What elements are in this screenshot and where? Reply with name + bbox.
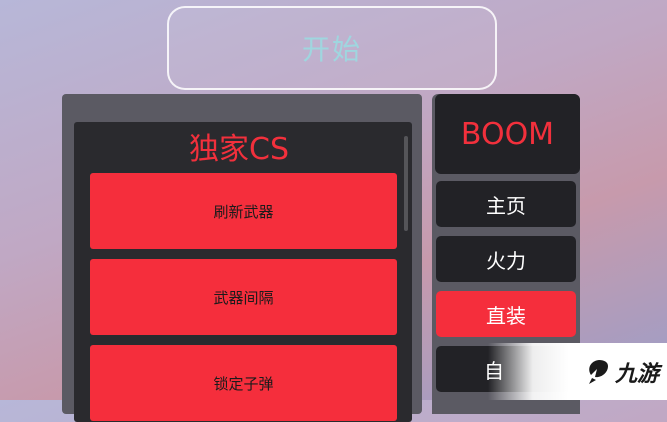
panel-title: 独家CS [189,132,289,167]
lock-bullet-button[interactable]: 锁定子弹 [90,345,397,421]
nav-direct-install-button[interactable]: 直装 [436,291,576,337]
start-button[interactable]: 开始 [167,6,497,90]
nav-home-button[interactable]: 主页 [436,181,576,227]
main-menu-panel: 独家CS 刷新武器 武器间隔 锁定子弹 [62,94,422,422]
scrollbar-thumb[interactable] [404,136,408,231]
boom-header: BOOM [435,94,580,174]
weapon-interval-button[interactable]: 武器间隔 [90,259,397,335]
watermark-text: 九游 [614,361,659,387]
jiuyou-logo-icon [588,359,608,384]
watermark: 九游 [488,343,667,400]
menu-list-container: 独家CS 刷新武器 武器间隔 锁定子弹 [74,122,412,422]
nav-firepower-button[interactable]: 火力 [436,236,576,282]
refresh-weapon-button[interactable]: 刷新武器 [90,173,397,249]
